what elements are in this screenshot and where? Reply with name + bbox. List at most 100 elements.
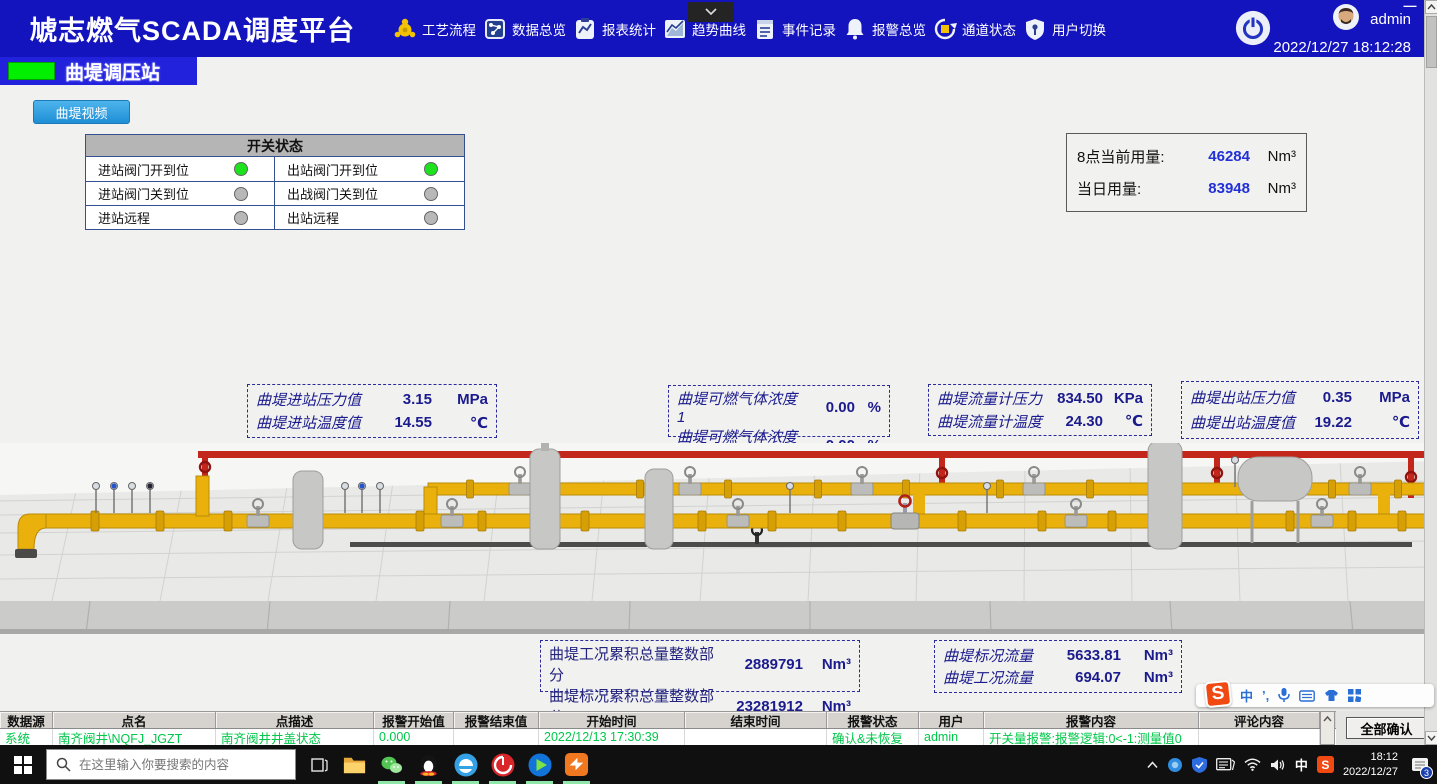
metric-unit: MPa <box>432 391 488 408</box>
punctuation-toggle[interactable]: ’, <box>1262 688 1269 703</box>
blue-circle-icon <box>1167 757 1183 773</box>
microphone-icon[interactable] <box>1278 688 1290 703</box>
scroll-up-icon <box>1427 3 1436 11</box>
ime-indicator[interactable]: 中 <box>1295 755 1308 774</box>
taskbar-app-video-player[interactable] <box>521 745 558 784</box>
metric-unit: % <box>855 399 881 416</box>
confirm-all-button[interactable]: 全部确认 <box>1346 717 1428 739</box>
outlet-metrics-panel: 曲堤出站压力值0.35MPa 曲堤出站温度值19.22℃ <box>1181 381 1419 439</box>
touch-keyboard-icon[interactable] <box>1216 758 1235 771</box>
usage-label: 当日用量: <box>1077 178 1188 199</box>
scroll-down-arrow[interactable] <box>1425 731 1437 745</box>
scroll-up-arrow[interactable] <box>1425 0 1437 14</box>
column-header[interactable]: 报警开始值 <box>374 712 454 728</box>
taskbar-app-downloader[interactable] <box>558 745 595 784</box>
station-tab[interactable]: 曲堤调压站 <box>0 57 197 85</box>
nav-item-channel-status[interactable]: 通道状态 <box>933 17 1016 41</box>
taskbar-app-internet-explorer[interactable] <box>447 745 484 784</box>
usage-row: 当日用量: 83948 Nm³ <box>1077 178 1296 199</box>
metric-label: 曲堤出站温度值 <box>1190 412 1300 433</box>
column-header[interactable]: 报警结束值 <box>454 712 539 728</box>
alarm-bell-icon <box>843 17 867 41</box>
sogou-tray-icon[interactable]: S <box>1317 756 1334 773</box>
scrollbar-thumb[interactable] <box>1426 16 1437 68</box>
metric-label: 曲堤工况累积总量整数部分 <box>549 643 723 685</box>
shield-icon <box>1192 757 1207 773</box>
netease-music-icon <box>490 752 516 778</box>
metric-unit: ℃ <box>1352 413 1410 431</box>
start-button[interactable] <box>0 745 46 784</box>
alarm-table-header: 数据源 点名 点描述 报警开始值 报警结束值 开始时间 结束时间 报警状态 用户… <box>0 711 1437 729</box>
nav-item-data-overview[interactable]: 数据总览 <box>483 17 566 41</box>
keyboard-icon <box>1216 758 1235 771</box>
taskbar-clock[interactable]: 18:12 2022/12/27 <box>1343 750 1398 780</box>
minimize-button[interactable]: — <box>1400 0 1420 14</box>
task-view-button[interactable] <box>302 745 336 784</box>
switch-label: 出站阀门开到位 <box>287 160 378 179</box>
metric-label: 曲堤出站压力值 <box>1190 387 1300 408</box>
soft-keyboard-icon[interactable] <box>1299 690 1315 702</box>
usage-unit: Nm³ <box>1250 180 1296 197</box>
metric-value: 834.50 <box>1043 390 1103 407</box>
nav-label: 事件记录 <box>782 19 836 39</box>
nav-item-event-log[interactable]: 事件记录 <box>753 17 836 41</box>
column-header[interactable]: 报警内容 <box>984 712 1199 728</box>
header-dropdown-toggle[interactable] <box>688 2 734 22</box>
hidden-icons-chevron[interactable] <box>1147 761 1158 769</box>
taskbar-app-qq[interactable] <box>410 745 447 784</box>
network-wifi-icon[interactable] <box>1244 758 1261 771</box>
security-shield-icon[interactable] <box>1192 757 1207 773</box>
column-header[interactable]: 数据源 <box>0 712 53 728</box>
column-header[interactable]: 结束时间 <box>685 712 827 728</box>
inlet-metrics-panel: 曲堤进站压力值3.15MPa 曲堤进站温度值14.55℃ <box>247 384 497 438</box>
file-explorer-icon <box>342 752 367 777</box>
column-header[interactable]: 开始时间 <box>539 712 685 728</box>
station-video-button[interactable]: 曲堤视频 <box>33 100 130 124</box>
taskbar-app-wechat[interactable] <box>373 745 410 784</box>
column-header[interactable]: 用户 <box>919 712 984 728</box>
nav-item-alarm-overview[interactable]: 报警总览 <box>843 17 926 41</box>
alarm-table-scrollbar[interactable] <box>1320 711 1335 745</box>
report-stats-icon <box>573 17 597 41</box>
ime-mode-toggle[interactable]: 中 <box>1240 686 1253 705</box>
gas-concentration-panel: 曲堤可燃气体浓度10.00% 曲堤可燃气体浓度20.00% <box>668 385 890 437</box>
nav-label: 数据总览 <box>512 19 566 39</box>
notification-center-button[interactable]: 3 <box>1407 745 1433 784</box>
column-header[interactable]: 点名 <box>53 712 216 728</box>
metric-unit: KPa <box>1103 390 1143 407</box>
alarm-row[interactable]: 系统 南齐阀井\NQFJ_JGZT 南齐阀井井盖状态 0.000 2022/12… <box>0 729 1437 745</box>
volume-speaker-icon[interactable] <box>1270 758 1286 772</box>
power-exit-button[interactable] <box>1234 9 1272 47</box>
speaker-icon <box>1270 758 1286 772</box>
taskbar-app-netease-music[interactable] <box>484 745 521 784</box>
switch-label: 进站远程 <box>98 208 150 227</box>
taskbar-search-box[interactable] <box>46 749 296 780</box>
station-online-indicator <box>8 62 55 80</box>
alarm-cell: 开关量报警:报警逻辑:0<-1:测量值0 <box>984 729 1199 745</box>
column-header[interactable]: 点描述 <box>216 712 374 728</box>
avatar[interactable] <box>1332 3 1360 36</box>
switch-label: 进站阀门关到位 <box>98 184 189 203</box>
column-header[interactable]: 报警状态 <box>827 712 919 728</box>
window-scrollbar[interactable] <box>1424 0 1437 745</box>
scroll-up-icon <box>1323 715 1332 723</box>
tray-blue-app-icon[interactable] <box>1167 757 1183 773</box>
metric-value: 24.30 <box>1043 413 1103 430</box>
metric-value: 14.55 <box>374 414 432 431</box>
downloader-icon <box>564 752 589 777</box>
taskbar-app-file-explorer[interactable] <box>336 745 373 784</box>
search-input[interactable] <box>79 758 279 772</box>
skin-icon[interactable] <box>1324 689 1339 702</box>
sogou-ime-toolbar: S 中 ’, <box>1196 684 1434 707</box>
nav-item-report-stats[interactable]: 报表统计 <box>573 17 656 41</box>
toolbox-grid-icon[interactable] <box>1348 689 1361 702</box>
metric-label: 曲堤流量计压力 <box>937 388 1043 409</box>
sogou-logo-icon[interactable]: S <box>1204 679 1233 708</box>
nav-label: 通道状态 <box>962 19 1016 39</box>
status-led <box>234 162 248 176</box>
nav-item-process-flow[interactable]: 工艺流程 <box>393 17 476 41</box>
column-header[interactable]: 评论内容 <box>1199 712 1320 728</box>
video-player-icon <box>527 752 553 778</box>
switch-status-table: 开关状态 进站阀门开到位 出站阀门开到位 进站阀门关到位 出战阀门关到位 进站远… <box>85 134 465 230</box>
nav-item-user-switch[interactable]: 用户切换 <box>1023 17 1106 41</box>
